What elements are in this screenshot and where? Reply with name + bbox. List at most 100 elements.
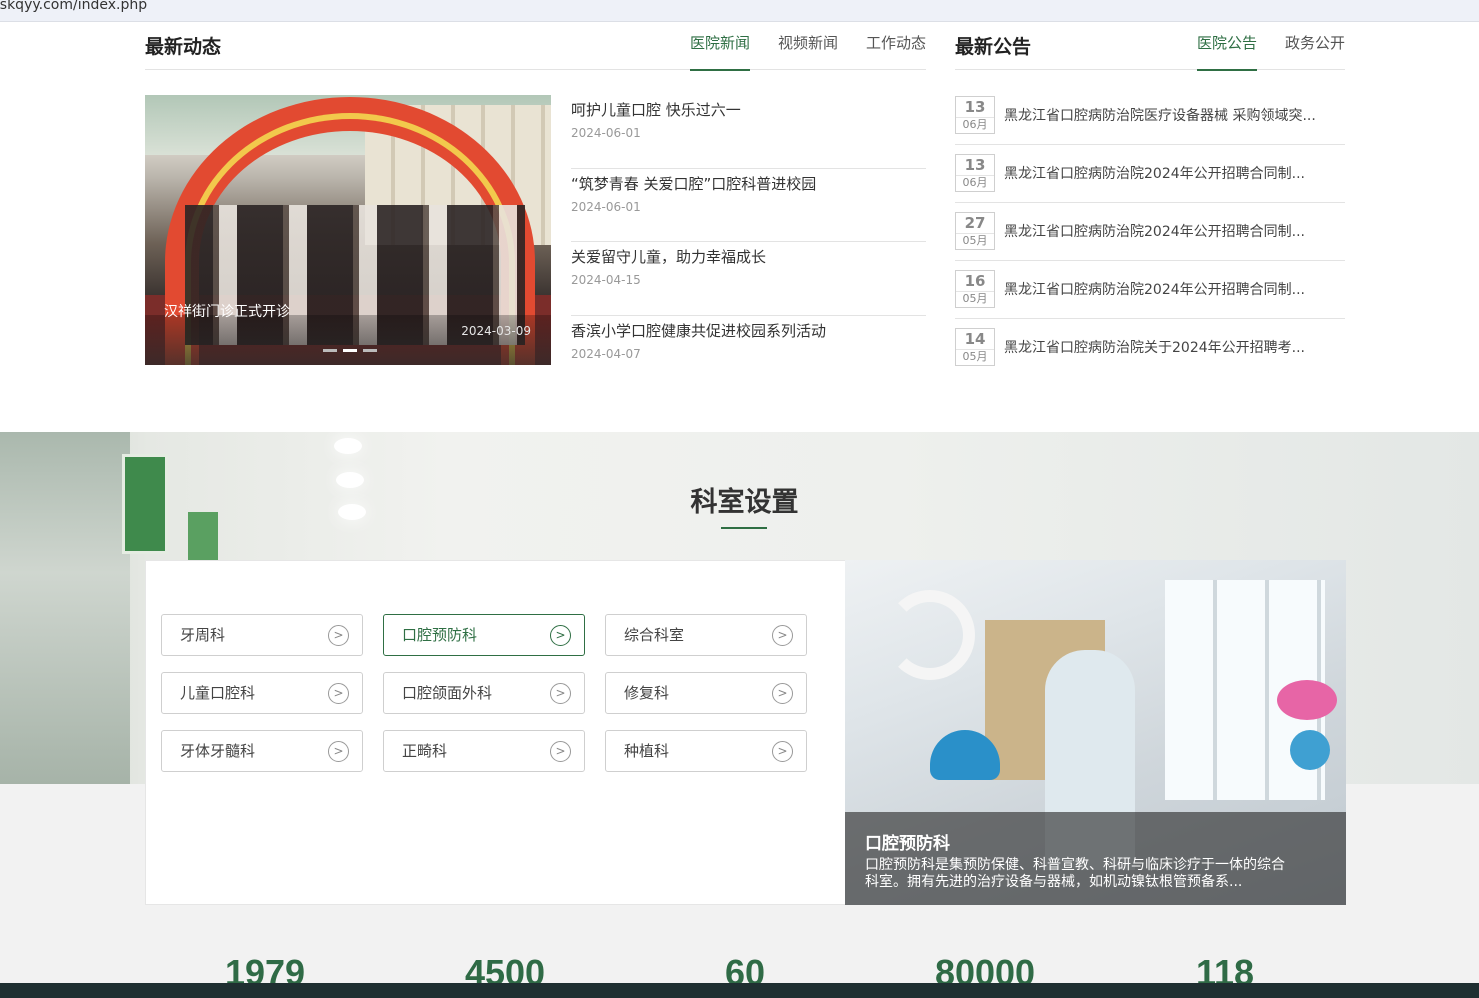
tab-hospital-notice[interactable]: 医院公告 <box>1196 32 1257 71</box>
notice-item-title[interactable]: 黑龙江省口腔病防治院医疗设备器械 采购领域突... <box>1004 105 1316 125</box>
notice-item-title[interactable]: 黑龙江省口腔病防治院2024年公开招聘合同制... <box>1004 163 1305 183</box>
dept-button-label: 牙体牙髓科 <box>180 742 256 760</box>
tab-hospital-news[interactable]: 医院新闻 <box>689 32 750 71</box>
notice-month: 05月 <box>956 349 994 364</box>
chevron-right-circle-icon: > <box>772 625 793 646</box>
notice-month: 06月 <box>956 175 994 190</box>
departments-card: 牙周科 > 口腔预防科 > 综合科室 > 儿童口腔科 > 口腔颌面外科 > 修复… <box>145 560 1346 905</box>
dept-button-implant[interactable]: 种植科 > <box>605 730 807 772</box>
news-item-date: 2024-04-15 <box>571 273 641 287</box>
dept-button-endodontics[interactable]: 牙体牙髓科 > <box>161 730 363 772</box>
notice-date-box: 13 06月 <box>955 96 995 134</box>
news-list: 呵护儿童口腔 快乐过六一 2024-06-01 “筑梦青春 关爱口腔”口腔科普进… <box>571 95 926 389</box>
carousel-caption[interactable]: 汉祥街门诊正式开诊 <box>164 301 290 321</box>
dept-button-prosthodontics[interactable]: 修复科 > <box>605 672 807 714</box>
notice-month: 05月 <box>956 233 994 248</box>
dept-button-label: 正畸科 <box>402 742 448 760</box>
notice-list-item[interactable]: 16 05月 黑龙江省口腔病防治院2024年公开招聘合同制... <box>955 261 1345 319</box>
news-item-title[interactable]: 呵护儿童口腔 快乐过六一 <box>571 99 926 120</box>
notice-day: 27 <box>964 214 986 232</box>
ceiling-light <box>334 438 362 454</box>
notice-day: 13 <box>964 98 986 116</box>
notice-date-box: 13 06月 <box>955 154 995 192</box>
carousel-dot-1[interactable] <box>323 349 337 352</box>
dept-feature-description: 口腔预防科是集预防保健、科普宣教、科研与临床诊疗于一体的综合 科室。拥有先进的治… <box>865 857 1326 891</box>
dental-lamp <box>885 590 975 680</box>
chevron-right-circle-icon: > <box>328 741 349 762</box>
news-item-title[interactable]: “筑梦青春 关爱口腔”口腔科普进校园 <box>571 173 926 194</box>
latest-news-section: 最新动态 医院新闻 视频新闻 工作动态 汉祥街门诊正式开诊 2024-03-09… <box>145 30 926 365</box>
news-list-item: 呵护儿童口腔 快乐过六一 2024-06-01 <box>571 95 926 169</box>
url-text[interactable]: ljskqyy.com/index.php <box>0 0 147 13</box>
dept-feature-desc-line: 口腔预防科是集预防保健、科普宣教、科研与临床诊疗于一体的综合 <box>865 857 1285 873</box>
latest-notice-section: 最新公告 医院公告 政务公开 13 06月 黑龙江省口腔病防治院医疗设备器械 采… <box>955 30 1345 366</box>
carousel-dot-2[interactable] <box>343 349 357 352</box>
carousel-dot-3[interactable] <box>363 349 377 352</box>
notice-list-item[interactable]: 13 06月 黑龙江省口腔病防治院医疗设备器械 采购领域突... <box>955 87 1345 145</box>
footer-bar <box>0 983 1479 998</box>
clinic-staff-cap <box>1290 730 1330 770</box>
notice-month: 05月 <box>956 291 994 306</box>
carousel-date: 2024-03-09 <box>461 324 531 338</box>
news-list-item: 香滨小学口腔健康共促进校园系列活动 2024-04-07 <box>571 316 926 390</box>
dept-button-orthodontics[interactable]: 正畸科 > <box>383 730 585 772</box>
chevron-right-circle-icon: > <box>772 683 793 704</box>
notice-date-box: 16 05月 <box>955 270 995 308</box>
tab-government-affairs[interactable]: 政务公开 <box>1285 32 1345 70</box>
notice-section-title: 最新公告 <box>955 36 1032 58</box>
carousel-dots <box>323 349 377 352</box>
news-carousel[interactable]: 汉祥街门诊正式开诊 2024-03-09 <box>145 95 551 365</box>
chevron-right-circle-icon: > <box>328 625 349 646</box>
chevron-right-circle-icon: > <box>550 741 571 762</box>
notice-item-title[interactable]: 黑龙江省口腔病防治院2024年公开招聘合同制... <box>1004 221 1305 241</box>
dept-feature-title: 口腔预防科 <box>865 834 950 854</box>
dept-button-label: 口腔颌面外科 <box>402 684 493 702</box>
notice-header: 最新公告 医院公告 政务公开 <box>955 30 1345 71</box>
departments-title-underline <box>721 527 767 529</box>
dept-button-pediatric[interactable]: 儿童口腔科 > <box>161 672 363 714</box>
dept-feature-info: 口腔预防科 口腔预防科是集预防保健、科普宣教、科研与临床诊疗于一体的综合 科室。… <box>845 812 1346 905</box>
notice-month: 06月 <box>956 117 994 132</box>
news-list-item: 关爱留守儿童，助力幸福成长 2024-04-15 <box>571 242 926 316</box>
notice-date-box: 27 05月 <box>955 212 995 250</box>
dept-button-label: 儿童口腔科 <box>180 684 256 702</box>
notice-item-title[interactable]: 黑龙江省口腔病防治院2024年公开招聘合同制... <box>1004 279 1305 299</box>
news-item-date: 2024-06-01 <box>571 199 641 214</box>
news-item-date: 2024-06-01 <box>571 126 641 140</box>
tab-work-updates[interactable]: 工作动态 <box>866 32 926 70</box>
news-item-title[interactable]: 香滨小学口腔健康共促进校园系列活动 <box>571 320 926 341</box>
browser-url-bar[interactable]: ljskqyy.com/index.php <box>0 0 1479 22</box>
tab-video-news[interactable]: 视频新闻 <box>778 32 838 70</box>
notice-date-box: 14 05月 <box>955 328 995 366</box>
dept-feature-photo[interactable]: 口腔预防科 口腔预防科是集预防保健、科普宣教、科研与临床诊疗于一体的综合 科室。… <box>845 560 1346 905</box>
departments-title: 科室设置 <box>690 487 799 518</box>
notice-list-item[interactable]: 13 06月 黑龙江省口腔病防治院2024年公开招聘合同制... <box>955 145 1345 203</box>
dept-button-periodontics[interactable]: 牙周科 > <box>161 614 363 656</box>
news-item-title[interactable]: 关爱留守儿童，助力幸福成长 <box>571 246 926 267</box>
news-list-item: “筑梦青春 关爱口腔”口腔科普进校园 2024-06-01 <box>571 169 926 242</box>
clinic-flowers <box>1277 680 1337 720</box>
notice-list: 13 06月 黑龙江省口腔病防治院医疗设备器械 采购领域突... 13 06月 … <box>955 87 1345 377</box>
dept-button-label: 牙周科 <box>180 626 226 644</box>
notice-tabs: 医院公告 政务公开 <box>1196 32 1345 71</box>
dept-button-label: 种植科 <box>624 742 670 760</box>
chevron-right-circle-icon: > <box>550 683 571 704</box>
notice-list-item[interactable]: 27 05月 黑龙江省口腔病防治院2024年公开招聘合同制... <box>955 203 1345 261</box>
news-section-title: 最新动态 <box>145 36 222 58</box>
dept-button-label: 综合科室 <box>624 626 685 644</box>
dept-feature-desc-line: 科室。拥有先进的治疗设备与器械，如机动镍钛根管预备系... <box>865 874 1243 890</box>
dept-button-label: 修复科 <box>624 684 670 702</box>
chevron-right-circle-icon: > <box>328 683 349 704</box>
dept-button-preventive[interactable]: 口腔预防科 > <box>383 614 585 656</box>
carousel-caption-overlay <box>145 315 551 365</box>
notice-list-item[interactable]: 14 05月 黑龙江省口腔病防治院关于2024年公开招聘考... <box>955 319 1345 377</box>
notice-day: 13 <box>964 156 986 174</box>
news-tabs: 医院新闻 视频新闻 工作动态 <box>689 32 926 71</box>
chevron-right-circle-icon: > <box>772 741 793 762</box>
notice-item-title[interactable]: 黑龙江省口腔病防治院关于2024年公开招聘考... <box>1004 337 1305 357</box>
dept-button-maxillofacial[interactable]: 口腔颌面外科 > <box>383 672 585 714</box>
news-header: 最新动态 医院新闻 视频新闻 工作动态 <box>145 30 926 71</box>
dept-button-label: 口腔预防科 <box>402 626 478 644</box>
dept-button-general[interactable]: 综合科室 > <box>605 614 807 656</box>
notice-day: 16 <box>964 272 986 290</box>
